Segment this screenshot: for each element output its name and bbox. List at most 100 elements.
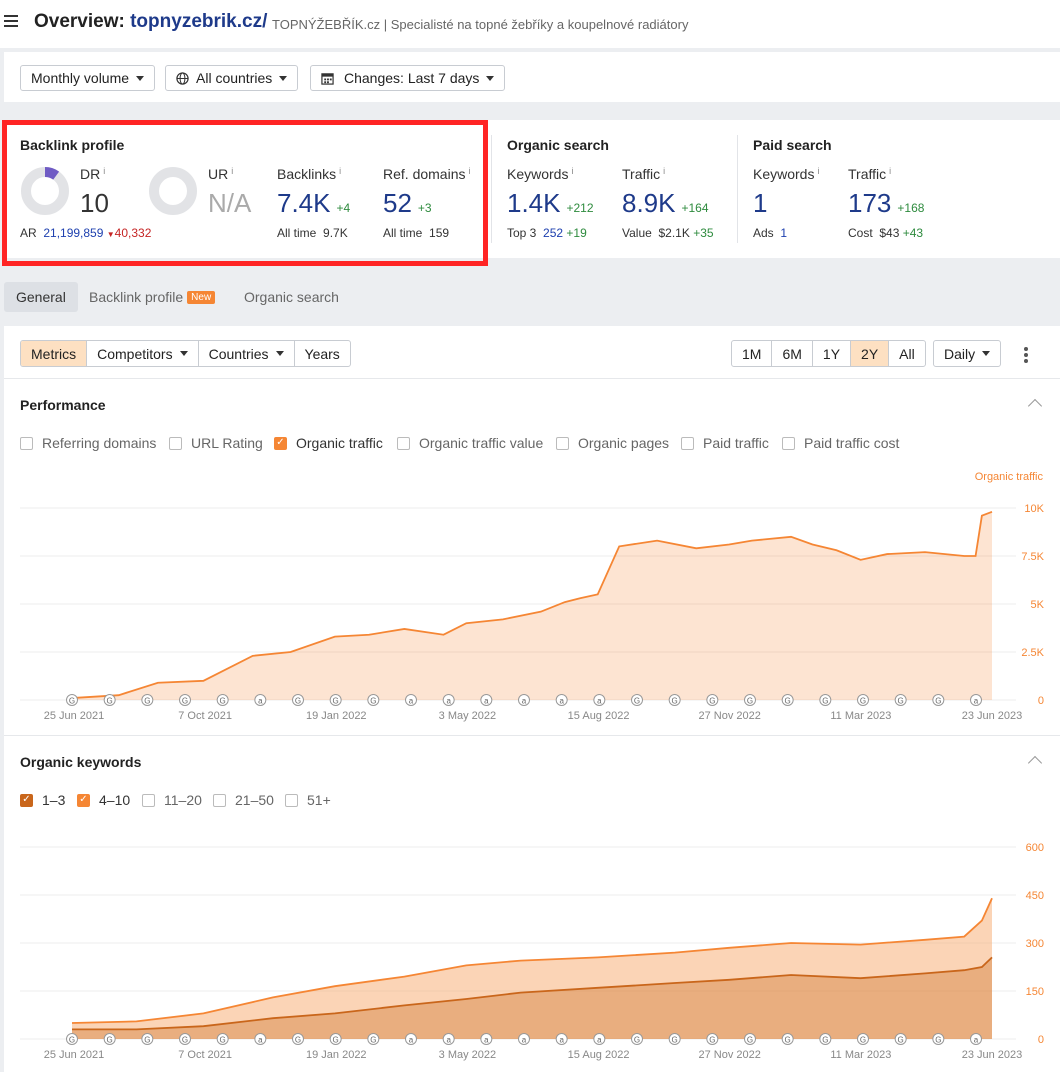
paid-traffic-checkbox[interactable]: Paid traffic xyxy=(681,435,769,451)
organic-traffic-value-checkbox[interactable]: Organic traffic value xyxy=(397,435,543,451)
traffic-value-label: Value xyxy=(622,226,652,240)
tab-organic-search[interactable]: Organic search xyxy=(232,282,351,312)
marker-glyph: G xyxy=(182,1036,188,1045)
years-button[interactable]: Years xyxy=(295,341,350,366)
info-icon[interactable]: i xyxy=(817,166,819,176)
checkbox-box xyxy=(285,793,298,807)
cost-value: $43 xyxy=(879,226,900,240)
marker-glyph: G xyxy=(935,697,941,706)
pos-11-20-checkbox[interactable]: 11–20 xyxy=(142,792,202,808)
marker-glyph: a xyxy=(484,1036,489,1045)
x-tick-label: 7 Oct 2021 xyxy=(178,1049,232,1061)
countries-filter-dropdown[interactable]: Countries xyxy=(199,341,295,366)
marker-glyph: G xyxy=(747,1036,753,1045)
more-options-icon[interactable] xyxy=(1024,347,1028,365)
range-button-6m[interactable]: 6M xyxy=(772,341,813,366)
paid-traffic-value-text: 173 xyxy=(848,188,892,218)
menu-icon[interactable] xyxy=(4,15,18,29)
pos-51-plus-checkbox[interactable]: 51+ xyxy=(285,792,331,808)
pos-21-50-label: 21–50 xyxy=(235,792,274,808)
pos-1-3-label: 1–3 xyxy=(42,792,66,808)
cost-row: Cost $43 +43 xyxy=(848,226,923,240)
top3-value[interactable]: 252 xyxy=(543,226,563,240)
page-title: Overview: topnyzebrik.cz/ xyxy=(34,11,267,33)
marker-glyph: G xyxy=(860,1036,866,1045)
tab-backlink-profile[interactable]: Backlink profile New xyxy=(77,282,227,312)
organic-traffic-value[interactable]: 8.9K +164 xyxy=(622,188,709,219)
marker-glyph: a xyxy=(559,1036,564,1045)
caret-down-icon xyxy=(136,75,145,81)
y-tick-label: 10K xyxy=(1024,503,1044,515)
info-icon[interactable]: i xyxy=(889,166,891,176)
pos-4-10-checkbox[interactable]: ✓ 4–10 xyxy=(77,792,130,808)
organic-keywords-chart[interactable]: 0 150 300 450 600 G G G G Ga G G Ga a a a a a G G G G G G G G Ga 25… xyxy=(0,820,1060,1072)
marker-glyph: G xyxy=(370,1036,376,1045)
organic-pages-checkbox[interactable]: Organic pages xyxy=(556,435,669,451)
divider xyxy=(737,135,738,243)
top3-label: Top 3 xyxy=(507,226,537,240)
marker-glyph: G xyxy=(672,1036,678,1045)
caret-down-icon xyxy=(982,351,991,356)
cost-label: Cost xyxy=(848,226,873,240)
domain-link[interactable]: topnyzebrik.cz/ xyxy=(130,11,267,32)
x-tick-label: 23 Jun 2023 xyxy=(962,1049,1023,1061)
x-tick-label: 25 Jun 2021 xyxy=(44,710,105,722)
volume-dropdown[interactable]: Monthly volume xyxy=(20,65,156,91)
checkmark-icon: ✓ xyxy=(274,436,287,450)
marker-glyph: a xyxy=(597,1036,602,1045)
range-button-1y[interactable]: 1Y xyxy=(813,341,852,366)
page-title-prefix: Overview: xyxy=(34,11,125,32)
metrics-button[interactable]: Metrics xyxy=(21,341,88,366)
tab-general[interactable]: General xyxy=(4,282,78,312)
marker-glyph: a xyxy=(522,697,527,706)
paid-keywords-value[interactable]: 1 xyxy=(753,188,767,219)
x-tick-label: 7 Oct 2021 xyxy=(178,710,232,722)
performance-chart[interactable]: 0 2.5K 5K 7.5K 10K G G G G Ga G G Ga a a a a a G G G G G G G G Ga 2… xyxy=(0,460,1060,730)
organic-keywords-value[interactable]: 1.4K +212 xyxy=(507,188,594,219)
marker-glyph: G xyxy=(898,1036,904,1045)
caret-down-icon xyxy=(179,351,188,356)
organic-keywords-title: Organic keywords xyxy=(20,754,142,770)
ads-value[interactable]: 1 xyxy=(780,226,787,240)
performance-title: Performance xyxy=(20,397,106,413)
x-tick-label: 27 Nov 2022 xyxy=(699,1049,761,1061)
referring-domains-checkbox[interactable]: Referring domains xyxy=(20,435,156,451)
marker-glyph: G xyxy=(69,1036,75,1045)
paid-search-title: Paid search xyxy=(753,137,832,153)
paid-traffic-value[interactable]: 173 +168 xyxy=(848,188,924,219)
countries-dropdown[interactable]: All countries xyxy=(165,65,299,91)
site-title: TOPNÝŽEBŘÍK.cz | Specialisté na topné že… xyxy=(272,17,689,32)
countries-filter-label: Countries xyxy=(208,345,269,362)
top3-delta: +19 xyxy=(566,226,587,240)
checkbox-box xyxy=(397,436,410,450)
marker-glyph: G xyxy=(220,697,226,706)
pos-1-3-checkbox[interactable]: ✓ 1–3 xyxy=(20,792,65,808)
organic-keywords-label-text: Keywords xyxy=(507,166,569,182)
paid-traffic-cost-label: Paid traffic cost xyxy=(804,435,900,451)
url-rating-checkbox[interactable]: URL Rating xyxy=(169,435,263,451)
checkbox-box xyxy=(142,793,155,807)
organic-traffic-checkbox[interactable]: ✓ Organic traffic xyxy=(274,435,383,451)
paid-traffic-label-text: Traffic xyxy=(848,166,887,182)
marker-glyph: a xyxy=(974,1036,979,1045)
granularity-dropdown[interactable]: Daily xyxy=(933,340,1002,367)
paid-traffic-delta: +168 xyxy=(897,201,925,215)
range-button-1m[interactable]: 1M xyxy=(732,341,773,366)
pos-51-plus-label: 51+ xyxy=(307,792,331,808)
marker-glyph: G xyxy=(634,1036,640,1045)
x-tick-label: 23 Jun 2023 xyxy=(962,710,1023,722)
series-area-Organic traffic xyxy=(72,511,992,700)
marker-glyph: G xyxy=(709,1036,715,1045)
info-icon[interactable]: i xyxy=(663,166,665,176)
info-icon[interactable]: i xyxy=(571,166,573,176)
pos-21-50-checkbox[interactable]: 21–50 xyxy=(213,792,274,808)
checkbox-box xyxy=(681,436,694,450)
organic-keywords-delta: +212 xyxy=(566,201,594,215)
range-button-2y[interactable]: 2Y xyxy=(851,341,890,366)
range-button-all[interactable]: All xyxy=(889,341,925,366)
competitors-dropdown[interactable]: Competitors xyxy=(87,341,199,366)
paid-traffic-cost-checkbox[interactable]: Paid traffic cost xyxy=(782,435,899,451)
marker-glyph: G xyxy=(295,1036,301,1045)
changes-dropdown[interactable]: Changes: Last 7 days xyxy=(310,65,506,91)
countries-dropdown-label: All countries xyxy=(196,70,273,86)
